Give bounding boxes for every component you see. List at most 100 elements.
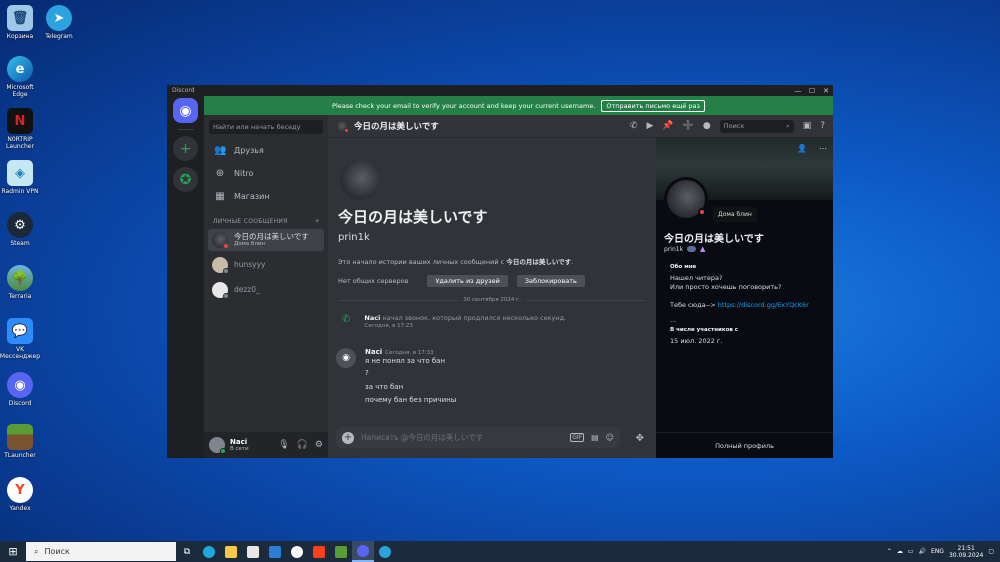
message-line: за что бан xyxy=(365,382,404,391)
taskbar-yandex-browser[interactable] xyxy=(286,541,308,562)
nav-shop[interactable]: ▦ Магазин xyxy=(204,185,328,208)
task-view-button[interactable]: ⧉ xyxy=(176,541,198,562)
video-call-icon[interactable]: ▶ xyxy=(646,121,653,131)
direct-messages-button[interactable]: ◉ xyxy=(173,98,198,123)
dm-item[interactable]: dezz0_ xyxy=(208,279,324,301)
clock[interactable]: 21:51 30.09.2024 xyxy=(949,545,983,559)
about-ellipsis: ... xyxy=(670,316,677,324)
desktop-icon-recycle-bin[interactable]: 🗑 Корзина xyxy=(0,5,42,40)
invite-link[interactable]: https://discord.gg/ExYQcK6r xyxy=(718,301,809,309)
create-dm-button[interactable]: + xyxy=(315,218,320,225)
nitro-icon: ⊛ xyxy=(215,168,225,179)
intro-text-prefix: Это начало истории ваших личных сообщени… xyxy=(338,258,505,266)
taskbar-search[interactable]: ⌕ Поиск xyxy=(26,542,176,561)
desktop-icon-launcher[interactable]: N N0RTRIP Launcher xyxy=(0,108,42,150)
desktop-icon-vk[interactable]: 💬 VK Мессенджер xyxy=(0,318,42,360)
windows-logo-icon: ⊞ xyxy=(8,545,18,558)
dm-sidebar: Найти или начать беседу 👥 Друзья ⊛ Nitro… xyxy=(204,115,328,458)
desktop-icon-steam[interactable]: ⚙ Steam xyxy=(0,212,42,247)
resend-email-button[interactable]: Отправить письмо ещё раз xyxy=(601,99,705,112)
call-author[interactable]: Naci xyxy=(364,314,380,322)
maximize-icon[interactable]: ☐ xyxy=(805,87,819,95)
desktop-icon-tlauncher[interactable]: TLauncher xyxy=(0,424,42,459)
user-profile-toggle-icon[interactable]: ● xyxy=(703,121,711,131)
desktop-icon-yandex[interactable]: Y Yandex xyxy=(0,477,42,512)
status-dnd-icon xyxy=(344,128,349,133)
remove-friend-button[interactable]: Удалить из друзей xyxy=(427,275,508,287)
close-icon[interactable]: ✕ xyxy=(819,87,833,95)
desktop-icon-label: Microsoft Edge xyxy=(6,84,34,98)
status-offline-icon xyxy=(223,293,229,299)
volume-icon[interactable]: 🔊 xyxy=(919,548,926,555)
microphone-icon[interactable]: 🎙 xyxy=(278,440,289,450)
show-hidden-icons-icon[interactable]: ⌃ xyxy=(887,548,892,555)
message-line: почему бан без причины xyxy=(365,396,457,404)
voice-call-icon[interactable]: ✆ xyxy=(630,121,638,131)
banner-text: Please check your email to verify your a… xyxy=(332,101,596,110)
taskbar-telegram[interactable] xyxy=(374,541,396,562)
emoji-icon[interactable]: ☺ xyxy=(606,433,614,442)
dm-search-input[interactable]: Найти или начать беседу xyxy=(209,120,323,134)
taskbar-tlauncher[interactable] xyxy=(330,541,352,562)
desktop-icon-terraria[interactable]: 🌳 Terraria xyxy=(0,265,42,300)
help-icon[interactable]: ? xyxy=(820,121,825,131)
telegram-icon xyxy=(379,545,391,558)
desktop-icon-radmin[interactable]: ◈ Radmin VPN xyxy=(0,160,42,195)
desktop-icon-telegram[interactable]: ➤ Telegram xyxy=(37,5,81,40)
message-author[interactable]: Naci xyxy=(365,348,382,356)
inbox-icon[interactable]: ▣ xyxy=(803,121,812,131)
more-options-icon[interactable]: ⋯ xyxy=(819,144,827,153)
apps-icon[interactable]: ✥ xyxy=(636,433,644,444)
no-common-servers: Нет общих серверов xyxy=(338,277,409,285)
taskbar-mail[interactable] xyxy=(264,541,286,562)
minimize-icon[interactable]: — xyxy=(791,87,805,95)
title-bar[interactable]: Discord — ☐ ✕ xyxy=(167,85,833,96)
user-avatar[interactable] xyxy=(209,437,226,454)
settings-gear-icon[interactable]: ⚙ xyxy=(315,440,323,450)
nav-nitro[interactable]: ⊛ Nitro xyxy=(204,162,328,185)
pinned-messages-icon[interactable]: 📌 xyxy=(662,121,673,131)
server-list: ◉ + ✪ xyxy=(167,96,204,458)
recycle-bin-icon: 🗑 xyxy=(7,5,33,31)
call-timestamp: Сегодня, в 17:23 xyxy=(364,323,413,329)
desktop-icon-edge[interactable]: e Microsoft Edge xyxy=(0,56,42,98)
about-line: Нашел читера? xyxy=(670,274,723,282)
header-avatar xyxy=(336,120,349,133)
block-button[interactable]: Заблокировать xyxy=(516,275,585,287)
yandex-red-icon xyxy=(313,545,325,558)
language-indicator[interactable]: ENG xyxy=(931,548,944,555)
dm-item[interactable]: hunsyyy xyxy=(208,254,324,276)
add-friend-icon[interactable]: 👤 xyxy=(797,144,807,153)
taskbar-edge[interactable] xyxy=(198,541,220,562)
gif-icon[interactable]: GIF xyxy=(570,433,585,442)
upload-plus-icon[interactable]: + xyxy=(342,431,354,444)
avatar xyxy=(212,232,229,249)
network-icon[interactable]: ▭ xyxy=(908,548,914,555)
taskbar-explorer[interactable] xyxy=(220,541,242,562)
message-avatar[interactable]: ◉ xyxy=(336,348,356,368)
discover-button[interactable]: ✪ xyxy=(173,167,198,192)
start-button[interactable]: ⊞ xyxy=(0,541,26,562)
dm-item-selected[interactable]: 今日の月は美しいです Дома блин xyxy=(208,229,324,251)
sticker-icon[interactable]: ▤ xyxy=(591,433,599,442)
intro-text: Это начало истории ваших личных сообщени… xyxy=(338,258,574,266)
taskbar-discord[interactable] xyxy=(352,541,374,562)
chat-search-placeholder: Поиск xyxy=(723,121,745,130)
nav-friends[interactable]: 👥 Друзья xyxy=(204,139,328,162)
desktop-icon-label: Radmin VPN xyxy=(1,188,39,195)
add-friends-to-dm-icon[interactable]: ➕ xyxy=(683,121,694,131)
chat-search-input[interactable]: Поиск ⌕ xyxy=(719,119,794,133)
add-server-button[interactable]: + xyxy=(173,136,198,161)
desktop-icon-discord[interactable]: ◉ Discord xyxy=(0,372,42,407)
full-profile-button[interactable]: Полный профиль xyxy=(656,432,833,458)
message-group: ◉ Naci Сегодня, в 17:33 я не понял за что… xyxy=(336,348,456,408)
call-text: начал звонок, который продлился нескольк… xyxy=(382,314,567,322)
taskbar-yandex[interactable] xyxy=(308,541,330,562)
cloud-icon[interactable]: ☁ xyxy=(897,548,903,555)
notifications-icon[interactable]: ▢ xyxy=(988,548,994,555)
desktop-icon-label: VK Мессенджер xyxy=(0,346,41,360)
launcher-icon: N xyxy=(7,108,33,134)
message-composer[interactable]: + Написать @今日の月は美しいです GIF ▤ ☺ xyxy=(336,427,620,448)
headphones-icon[interactable]: 🎧 xyxy=(297,440,308,450)
taskbar-store[interactable] xyxy=(242,541,264,562)
